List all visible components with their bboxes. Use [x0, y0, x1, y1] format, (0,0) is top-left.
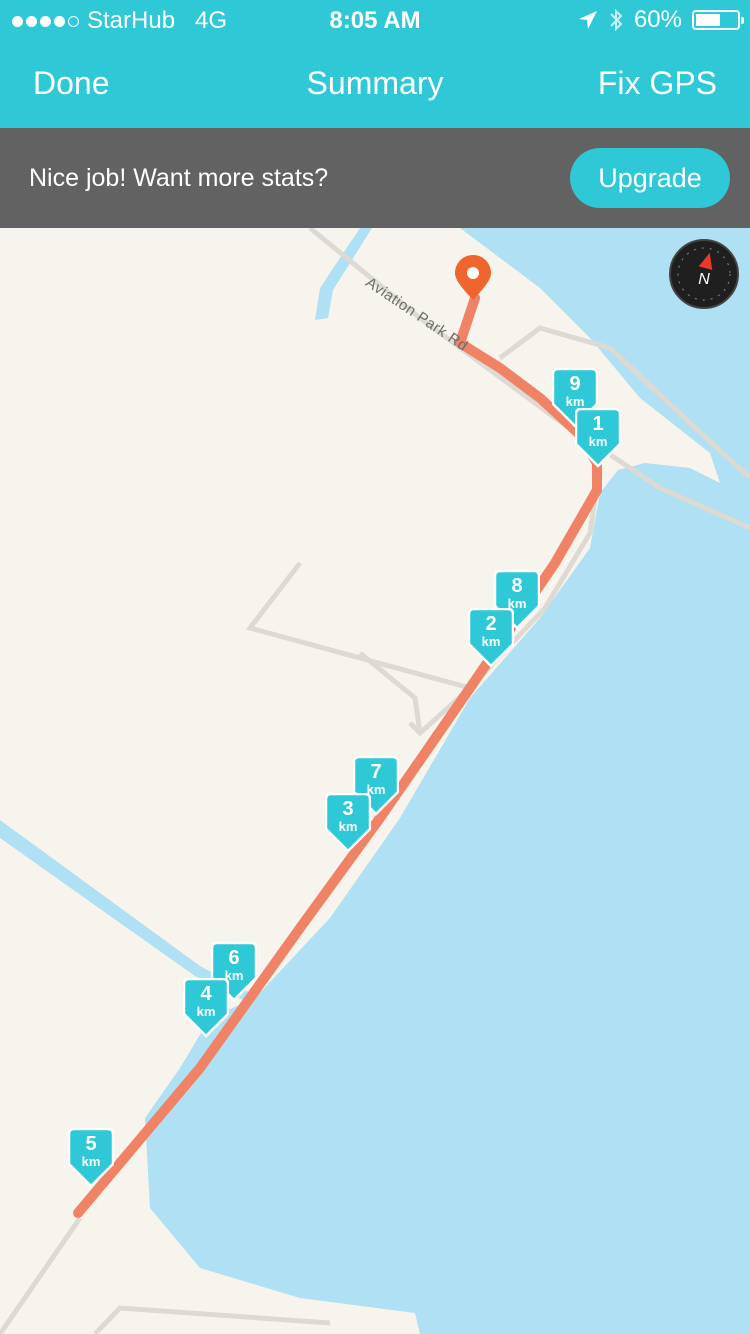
location-arrow-icon	[578, 11, 597, 29]
km-marker-unit: km	[81, 1154, 101, 1169]
km-marker-number: 6	[228, 947, 240, 969]
status-bar: StarHub 4G 8:05 AM 60%	[0, 0, 750, 40]
km-marker-unit: km	[338, 819, 358, 834]
battery-percent: 60%	[633, 6, 682, 33]
km-marker-number: 9	[569, 373, 581, 395]
carrier-name: StarHub	[87, 7, 176, 34]
km-marker-number: 1	[592, 413, 604, 435]
signal-dot	[68, 15, 79, 27]
compass-icon[interactable]: N	[669, 239, 739, 309]
upgrade-button[interactable]: Upgrade	[570, 148, 730, 208]
status-left: StarHub 4G	[12, 7, 227, 35]
fix-gps-button[interactable]: Fix GPS	[598, 65, 717, 102]
km-marker-number: 7	[370, 761, 382, 783]
km-marker-2[interactable]: 2 km	[468, 608, 514, 668]
km-marker-unit: km	[481, 634, 501, 649]
km-marker-number: 8	[511, 575, 523, 597]
km-marker-unit: km	[196, 1004, 216, 1019]
km-marker-unit: km	[588, 434, 608, 449]
km-marker-number: 5	[85, 1133, 97, 1155]
signal-dot	[40, 15, 51, 27]
km-marker-number: 2	[485, 613, 497, 635]
km-marker-number: 4	[200, 983, 212, 1005]
km-marker-1[interactable]: 1 km	[575, 408, 621, 468]
upgrade-banner: Nice job! Want more stats? Upgrade	[0, 128, 750, 228]
battery-fill	[696, 14, 720, 26]
signal-strength-icon	[12, 15, 79, 27]
km-marker-3[interactable]: 3 km	[325, 793, 371, 853]
bluetooth-icon	[610, 8, 623, 32]
signal-dot	[12, 15, 23, 27]
done-button[interactable]: Done	[33, 65, 110, 102]
banner-message: Nice job! Want more stats?	[29, 164, 329, 192]
nav-bar: Done Summary Fix GPS	[0, 40, 750, 128]
network-type: 4G	[195, 7, 228, 34]
signal-dot	[26, 15, 37, 27]
route-map[interactable]: Aviation Park Rd N 9 km 8 km 7 km 6 km 1 km 2 km 3 km…	[0, 228, 750, 1334]
status-right: 60%	[578, 6, 744, 34]
km-marker-unit: km	[565, 394, 585, 409]
km-marker-5[interactable]: 5 km	[68, 1128, 114, 1188]
km-marker-number: 3	[342, 798, 354, 820]
signal-dot	[54, 15, 65, 27]
battery-icon	[692, 10, 744, 30]
km-marker-4[interactable]: 4 km	[183, 978, 229, 1038]
compass-north-label: N	[698, 271, 710, 288]
